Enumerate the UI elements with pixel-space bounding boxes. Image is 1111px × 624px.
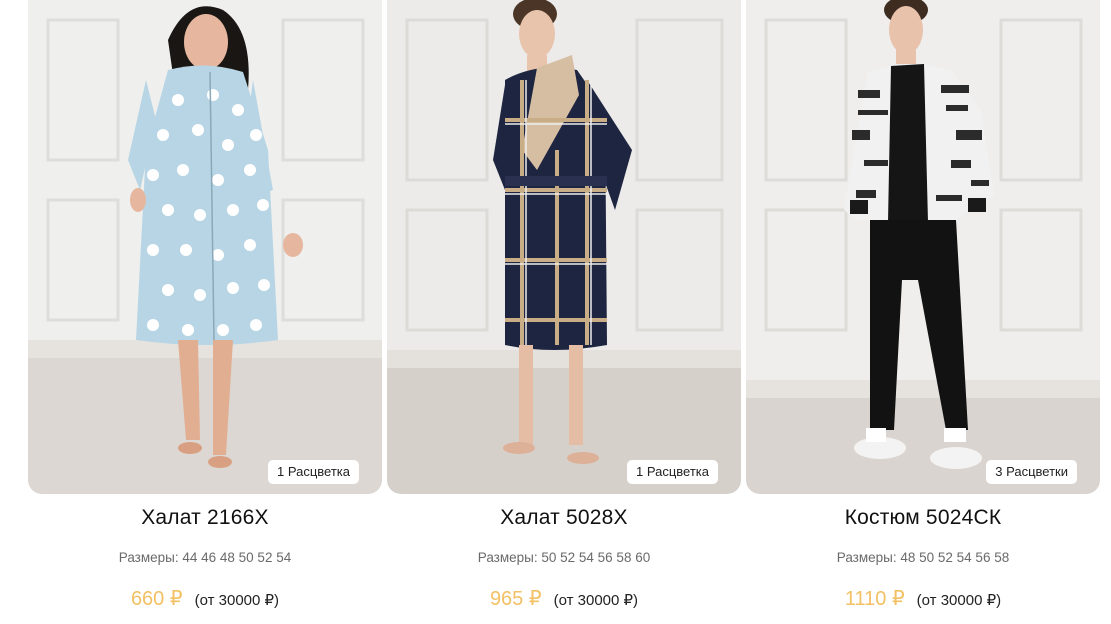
product-price: 660 ₽ — [130, 588, 183, 610]
colors-count-badge: 3 Расцветки — [986, 460, 1077, 484]
product-grid: 1 Расцветка Халат 2166Х Размеры: 44 46 4… — [0, 0, 1111, 624]
robe-woman-image — [28, 0, 382, 494]
product-price: 965 ₽ — [489, 588, 542, 610]
product-photo[interactable]: 1 Расцветка — [387, 0, 741, 494]
price-row: 1110 ₽ (от 30000 ₽) — [746, 586, 1100, 611]
suit-man-image — [746, 0, 1100, 494]
product-card[interactable]: 1 Расцветка Халат 2166Х Размеры: 44 46 4… — [28, 0, 382, 624]
product-sizes: Размеры: 48 50 52 54 56 58 — [836, 550, 1010, 565]
wholesale-min: (от 30000 ₽) — [916, 592, 1002, 609]
wholesale-min: (от 30000 ₽) — [194, 592, 280, 609]
colors-count-badge: 1 Расцветка — [268, 460, 359, 484]
product-sizes: Размеры: 50 52 54 56 58 60 — [477, 550, 651, 565]
wholesale-min: (от 30000 ₽) — [553, 592, 639, 609]
product-card[interactable]: 1 Расцветка Халат 5028Х Размеры: 50 52 5… — [387, 0, 741, 624]
price-row: 660 ₽ (от 30000 ₽) — [28, 586, 382, 611]
product-price: 1110 ₽ — [844, 588, 905, 610]
product-sizes: Размеры: 44 46 48 50 52 54 — [118, 550, 292, 565]
product-photo[interactable]: 1 Расцветка — [28, 0, 382, 494]
product-title[interactable]: Халат 5028Х — [387, 506, 741, 530]
product-title[interactable]: Халат 2166Х — [28, 506, 382, 530]
product-photo[interactable]: 3 Расцветки — [746, 0, 1100, 494]
product-title[interactable]: Костюм 5024СК — [746, 506, 1100, 530]
price-row: 965 ₽ (от 30000 ₽) — [387, 586, 741, 611]
product-card[interactable]: 3 Расцветки Костюм 5024СК Размеры: 48 50… — [746, 0, 1100, 624]
colors-count-badge: 1 Расцветка — [627, 460, 718, 484]
robe-man-image — [387, 0, 741, 494]
